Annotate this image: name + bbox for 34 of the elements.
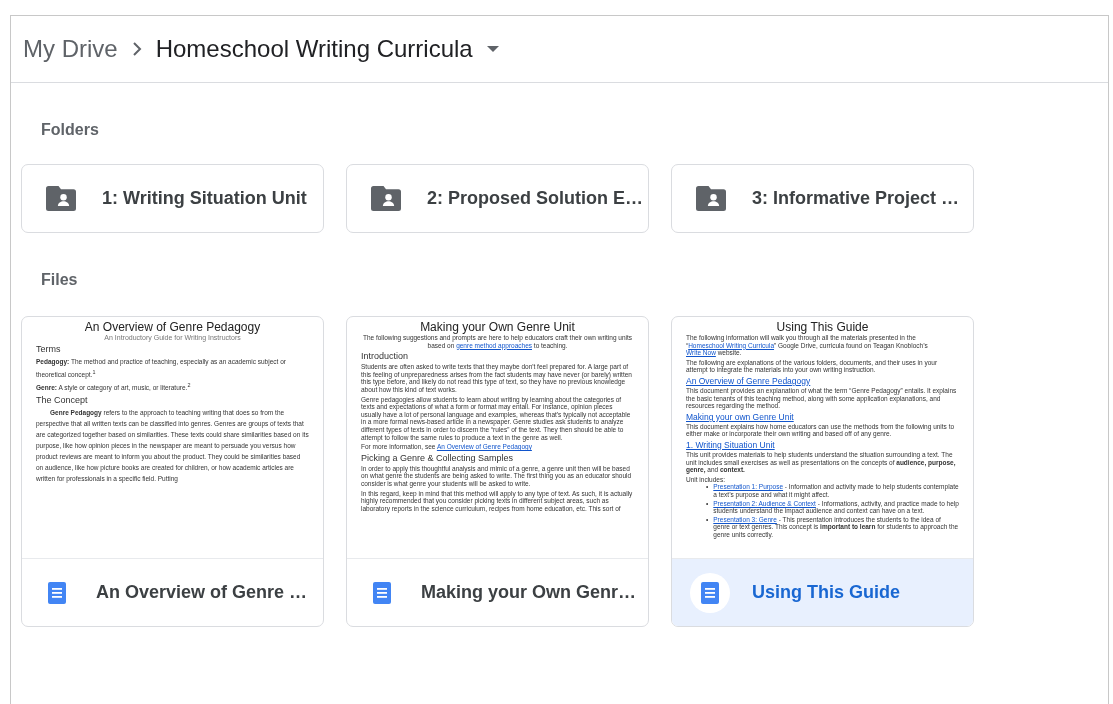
file-card[interactable] (346, 316, 649, 627)
file-name: An Overview of Genre … (96, 582, 308, 603)
heading-link[interactable]: An Overview of Genre Pedagogy (686, 375, 959, 386)
document-heading: Picking a Genre & Collecting Samples (361, 452, 515, 464)
file-name: Using This Guide (752, 582, 900, 603)
shared-folder-icon (46, 186, 76, 211)
folder-card[interactable]: 1: Writing Situation Unit (21, 164, 324, 233)
caret-down-icon[interactable] (486, 46, 499, 52)
document-icon (701, 581, 719, 604)
document-heading: Introduction (361, 351, 410, 363)
file-name: Making your Own Genr… (421, 582, 637, 603)
document-title: Using This Guide (775, 320, 870, 334)
document-icon (373, 581, 391, 604)
folder-title[interactable]: Homeschool Writing Curricula (155, 35, 473, 63)
document-icon (48, 581, 66, 604)
folder-name: 2: Proposed Solution E… (427, 188, 643, 209)
file-card[interactable] (21, 316, 324, 627)
document-title: An Overview of Genre Pedagogy (83, 320, 262, 334)
heading-link[interactable]: 1. Writing Situation Unit (686, 439, 959, 450)
folder-card[interactable]: 2: Proposed Solution E… (346, 164, 649, 233)
section-heading: Files (41, 270, 79, 290)
section-heading: Folders (41, 120, 100, 140)
heading-link[interactable]: Making your own Genre Unit (686, 411, 959, 422)
document-heading: Terms (36, 344, 62, 355)
breadcrumb-link[interactable]: My Drive (23, 35, 118, 63)
folder-card[interactable]: 3: Informative Project … (671, 164, 974, 233)
folder-name: 1: Writing Situation Unit (102, 188, 307, 209)
document-heading: The Concept (36, 395, 89, 407)
shared-folder-icon (696, 186, 726, 211)
shared-folder-icon (371, 186, 401, 211)
document-title: Making your Own Genre Unit (419, 320, 576, 334)
folder-name: 3: Informative Project … (752, 188, 960, 209)
chevron-right-icon (131, 42, 142, 56)
file-card[interactable] (671, 316, 974, 627)
